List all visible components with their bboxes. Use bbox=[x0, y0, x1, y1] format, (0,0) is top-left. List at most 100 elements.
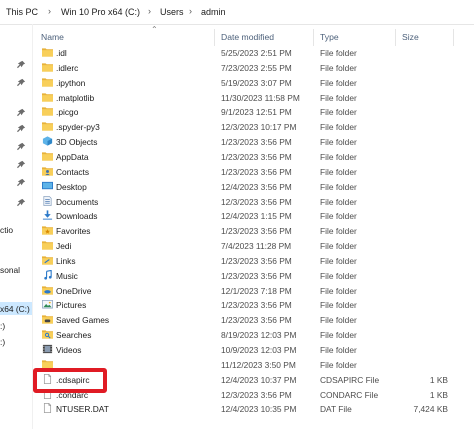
pin-icon[interactable] bbox=[17, 60, 26, 69]
file-name: Favorites bbox=[56, 226, 91, 237]
file-name: Searches bbox=[56, 330, 92, 341]
file-row[interactable]: AppData 1/23/2023 3:56 PM File folder bbox=[33, 149, 474, 164]
column-header-name[interactable]: Name bbox=[41, 32, 64, 42]
file-row[interactable]: Desktop 12/4/2023 3:56 PM File folder bbox=[33, 179, 474, 194]
file-date-modified: 12/3/2023 3:56 PM bbox=[221, 389, 292, 400]
folder-icon bbox=[42, 92, 53, 102]
nav-item-drive[interactable]: :) bbox=[0, 321, 5, 331]
file-name: Jedi bbox=[56, 241, 72, 252]
file-row[interactable]: Links 1/23/2023 3:56 PM File folder bbox=[33, 253, 474, 268]
pin-icon[interactable] bbox=[17, 160, 26, 169]
desktop-icon bbox=[42, 181, 53, 191]
column-header-size[interactable]: Size bbox=[402, 32, 419, 42]
file-name: Links bbox=[56, 255, 76, 266]
file-type: File folder bbox=[320, 77, 357, 88]
column-divider[interactable] bbox=[395, 29, 396, 46]
file-row[interactable]: Favorites 1/23/2023 3:56 PM File folder bbox=[33, 223, 474, 238]
file-row[interactable]: .idl 5/25/2023 2:51 PM File folder bbox=[33, 45, 474, 60]
folder-icon bbox=[42, 121, 53, 131]
file-type: File folder bbox=[320, 315, 357, 326]
folder-icon bbox=[42, 151, 53, 161]
file-name: Videos bbox=[56, 345, 82, 355]
file-size: 1 KB bbox=[429, 389, 448, 400]
breadcrumb-users[interactable]: Users bbox=[160, 7, 184, 17]
column-header-bar: ⌃ Name Date modified Type Size bbox=[33, 24, 474, 46]
file-row[interactable]: Music 1/23/2023 3:56 PM File folder bbox=[33, 268, 474, 283]
file-name: .idl bbox=[56, 48, 67, 58]
file-type: CDSAPIRC File bbox=[320, 374, 380, 385]
column-divider[interactable] bbox=[313, 29, 314, 46]
file-date-modified: 5/19/2023 3:07 PM bbox=[221, 77, 292, 88]
file-type: File folder bbox=[320, 211, 357, 222]
file-row[interactable]: Downloads 12/4/2023 1:15 PM File folder bbox=[33, 208, 474, 223]
column-header-type[interactable]: Type bbox=[320, 32, 339, 42]
pin-icon[interactable] bbox=[17, 124, 26, 133]
file-row[interactable]: Searches 8/19/2023 12:03 PM File folder bbox=[33, 327, 474, 342]
file-row[interactable]: .picgo 9/1/2023 12:51 PM File folder bbox=[33, 104, 474, 119]
column-header-date[interactable]: Date modified bbox=[221, 32, 274, 42]
file-date-modified: 1/23/2023 3:56 PM bbox=[221, 270, 292, 281]
breadcrumb-separator: › bbox=[189, 6, 192, 16]
address-bar[interactable]: This PC › Win 10 Pro x64 (C:) › Users › … bbox=[0, 0, 474, 25]
nav-item-personal[interactable]: sonal bbox=[0, 265, 20, 275]
folder-icon bbox=[42, 62, 53, 72]
file-row[interactable]: .spyder-py3 12/3/2023 10:17 PM File folder bbox=[33, 119, 474, 134]
file-row[interactable]: Saved Games 1/23/2023 3:56 PM File folder bbox=[33, 312, 474, 327]
pictures-icon bbox=[42, 299, 53, 309]
file-icon bbox=[42, 403, 53, 414]
file-row[interactable]: 3D Objects 1/23/2023 3:56 PM File folder bbox=[33, 134, 474, 149]
folder-icon bbox=[42, 77, 53, 87]
file-name: Documents bbox=[56, 196, 99, 207]
file-date-modified: 1/23/2023 3:56 PM bbox=[221, 166, 292, 177]
file-row[interactable]: Documents 12/3/2023 3:56 PM File folder bbox=[33, 194, 474, 209]
breadcrumb-separator: › bbox=[48, 6, 51, 16]
file-size: 1 KB bbox=[429, 374, 448, 385]
column-divider[interactable] bbox=[453, 29, 454, 46]
file-type: File folder bbox=[320, 137, 357, 148]
file-date-modified: 9/1/2023 12:51 PM bbox=[221, 107, 292, 118]
downloads-icon bbox=[42, 210, 53, 220]
file-name: .spyder-py3 bbox=[56, 122, 100, 133]
onedrive-icon bbox=[42, 285, 53, 295]
column-divider[interactable] bbox=[214, 29, 215, 46]
breadcrumb-admin[interactable]: admin bbox=[201, 7, 226, 17]
file-type: DAT File bbox=[320, 404, 352, 415]
nav-item-drive[interactable]: :) bbox=[0, 337, 5, 347]
file-row[interactable]: Pictures 1/23/2023 3:56 PM File folder bbox=[33, 297, 474, 312]
file-name: Music bbox=[56, 270, 78, 281]
file-row[interactable]: .idlerc 7/23/2023 2:55 PM File folder bbox=[33, 60, 474, 75]
pin-icon[interactable] bbox=[17, 78, 26, 87]
favorites-icon bbox=[42, 225, 53, 235]
folder-icon bbox=[42, 240, 53, 250]
file-type: File folder bbox=[320, 285, 357, 296]
pin-icon[interactable] bbox=[17, 198, 26, 207]
file-type: File folder bbox=[320, 166, 357, 177]
pin-icon[interactable] bbox=[17, 178, 26, 187]
file-date-modified: 7/4/2023 11:28 PM bbox=[221, 241, 292, 252]
file-row[interactable]: .ipython 5/19/2023 3:07 PM File folder bbox=[33, 75, 474, 90]
file-type: File folder bbox=[320, 330, 357, 341]
file-row[interactable]: .matplotlib 11/30/2023 11:58 PM File folde… bbox=[33, 90, 474, 105]
file-date-modified: 12/4/2023 10:35 PM bbox=[221, 404, 297, 415]
breadcrumb-this-pc[interactable]: This PC bbox=[6, 7, 38, 17]
file-type: File folder bbox=[320, 226, 357, 237]
searches-icon bbox=[42, 329, 53, 339]
file-row[interactable]: OneDrive 12/1/2023 7:18 PM File folder bbox=[33, 283, 474, 298]
file-row[interactable]: Videos 10/9/2023 12:03 PM File folder bbox=[33, 342, 474, 357]
file-date-modified: 1/23/2023 3:56 PM bbox=[221, 137, 292, 148]
pin-icon[interactable] bbox=[17, 108, 26, 117]
file-date-modified: 1/23/2023 3:56 PM bbox=[221, 255, 292, 266]
file-name: Saved Games bbox=[56, 315, 110, 326]
file-row[interactable]: Contacts 1/23/2023 3:56 PM File folder bbox=[33, 164, 474, 179]
file-date-modified: 1/23/2023 3:56 PM bbox=[221, 226, 292, 237]
file-row[interactable]: Jedi 7/4/2023 11:28 PM File folder bbox=[33, 238, 474, 253]
nav-item-drive-c[interactable]: x64 (C:) bbox=[0, 304, 30, 314]
pin-icon[interactable] bbox=[17, 142, 26, 151]
nav-item-collections[interactable]: ctio bbox=[0, 225, 13, 235]
breadcrumb-drive[interactable]: Win 10 Pro x64 (C:) bbox=[61, 7, 140, 17]
file-name: Contacts bbox=[56, 166, 90, 177]
file-row[interactable]: NTUSER.DAT 12/4/2023 10:35 PM DAT File 7,42… bbox=[33, 401, 474, 416]
file-name: 3D Objects bbox=[56, 137, 98, 148]
file-name: Pictures bbox=[56, 300, 87, 311]
file-name: Desktop bbox=[56, 181, 87, 192]
